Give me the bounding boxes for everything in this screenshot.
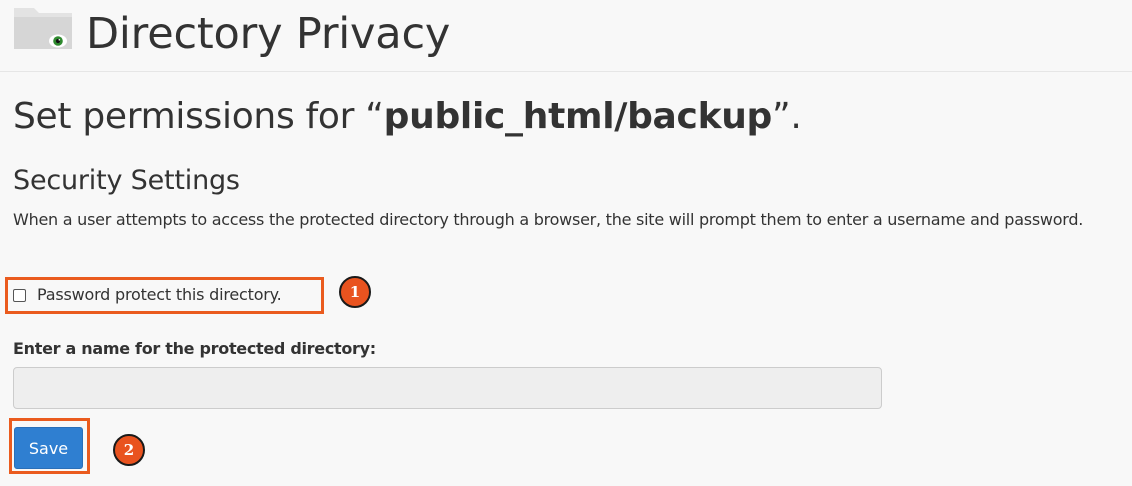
password-protect-row[interactable]: Password protect this directory. bbox=[13, 283, 282, 307]
page-header: Directory Privacy bbox=[0, 0, 1132, 72]
directory-name-input[interactable] bbox=[13, 367, 882, 409]
permissions-suffix: ”. bbox=[772, 96, 802, 137]
password-protect-checkbox[interactable] bbox=[13, 288, 26, 302]
save-button[interactable]: Save bbox=[14, 427, 83, 469]
directory-path: public_html/backup bbox=[383, 96, 773, 137]
permissions-heading: Set permissions for “public_html/backup”… bbox=[13, 94, 802, 140]
permissions-prefix: Set permissions for “ bbox=[13, 96, 384, 137]
annotation-marker-2: 2 bbox=[113, 434, 145, 466]
annotation-marker-1: 1 bbox=[339, 276, 371, 308]
security-description: When a user attempts to access the prote… bbox=[13, 210, 1084, 229]
folder-eye-icon bbox=[14, 8, 72, 49]
password-protect-label: Password protect this directory. bbox=[37, 285, 282, 304]
directory-name-label: Enter a name for the protected directory… bbox=[13, 339, 376, 358]
page-title: Directory Privacy bbox=[86, 9, 451, 59]
security-settings-heading: Security Settings bbox=[13, 165, 240, 196]
